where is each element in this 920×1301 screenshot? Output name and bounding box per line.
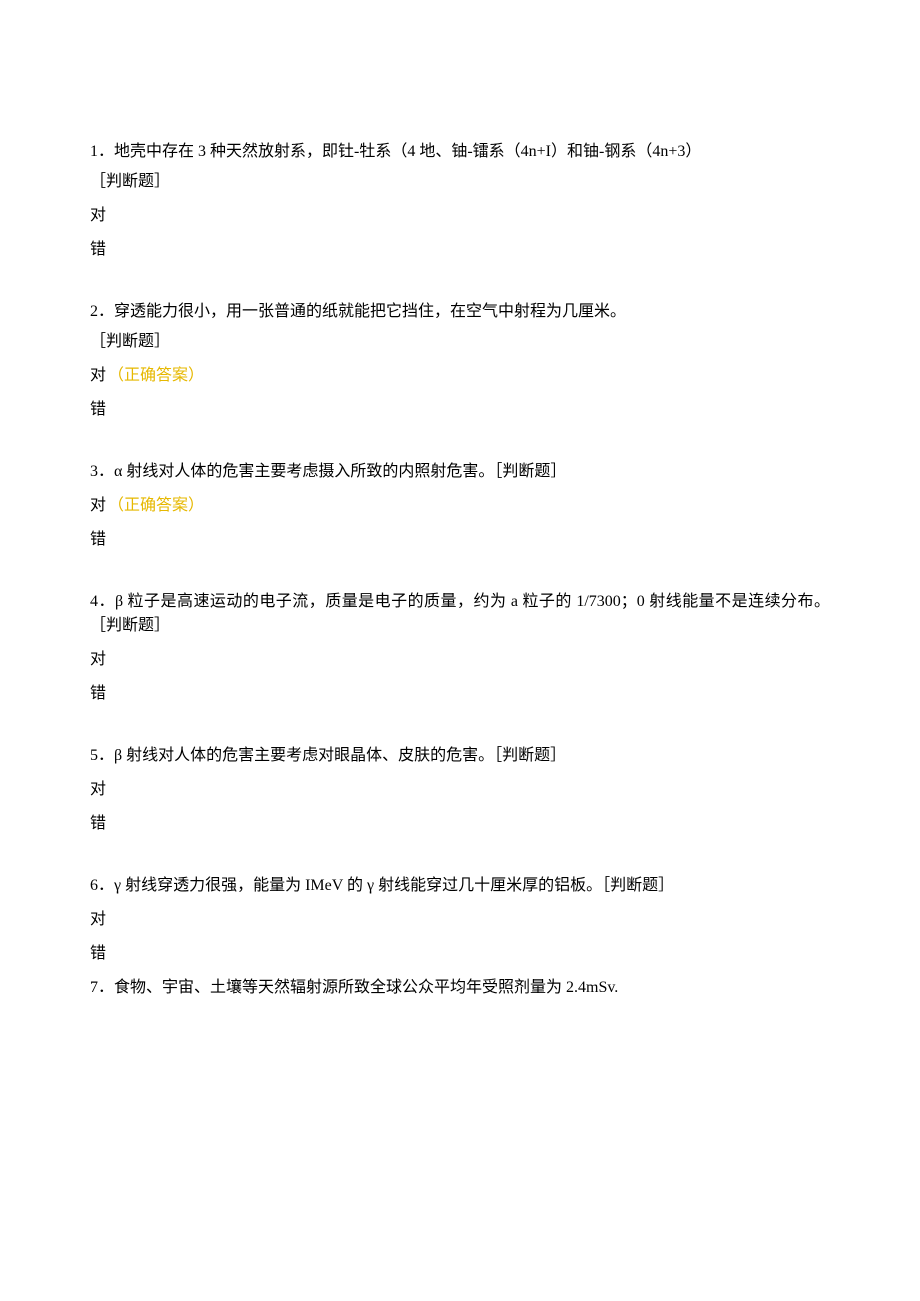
option-label: 对 (90, 497, 106, 514)
option-label: 对 (90, 367, 106, 384)
option-false: 错 (90, 812, 830, 836)
option-false: 错 (90, 238, 830, 262)
option-true: 对（正确答案） (90, 364, 830, 388)
question-5: 5．β 射线对人体的危害主要考虑对眼晶体、皮肤的危害。［判断题］ 对 错 (90, 744, 830, 836)
option-label: 对 (90, 781, 106, 798)
question-number: 4 (90, 593, 98, 610)
question-line-1: ．β 射线对人体的危害主要考虑对眼晶体、皮肤的危害。［判断题］ (98, 747, 566, 764)
option-false: 错 (90, 398, 830, 422)
option-false: 错 (90, 942, 830, 966)
question-text: 6．γ 射线穿透力很强，能量为 IMeV 的 γ 射线能穿过几十厘米厚的铝板。［… (90, 874, 830, 898)
option-label: 对 (90, 207, 106, 224)
question-number: 6 (90, 877, 98, 894)
question-number: 1 (90, 143, 98, 160)
question-text: 3．α 射线对人体的危害主要考虑摄入所致的内照射危害。［判断题］ (90, 460, 830, 484)
option-label: 错 (90, 815, 106, 832)
question-number: 7 (90, 979, 98, 996)
document-page: 1．地壳中存在 3 种天然放射系，即钍-牡系（4 地、铀-镭系（4n+I）和铀-… (0, 0, 920, 1301)
question-number: 5 (90, 747, 98, 764)
option-true: 对（正确答案） (90, 494, 830, 518)
question-4: 4．β 粒子是高速运动的电子流，质量是电子的质量，约为 a 粒子的 1/7300… (90, 590, 830, 706)
question-3: 3．α 射线对人体的危害主要考虑摄入所致的内照射危害。［判断题］ 对（正确答案）… (90, 460, 830, 552)
question-line-1: ．γ 射线穿透力很强，能量为 IMeV 的 γ 射线能穿过几十厘米厚的铝板。［判… (98, 877, 674, 894)
correct-answer-mark: （正确答案） (108, 497, 204, 514)
option-label: 错 (90, 241, 106, 258)
option-label: 错 (90, 945, 106, 962)
option-label: 错 (90, 531, 106, 548)
option-true: 对 (90, 648, 830, 672)
question-line-1: ．β 粒子是高速运动的电子流，质量是电子的质量，约为 a 粒子的 1/7300；… (90, 593, 830, 634)
question-7-stem: 7．食物、宇宙、土壤等天然辐射源所致全球公众平均年受照剂量为 2.4mSv. (90, 976, 830, 1000)
option-label: 错 (90, 685, 106, 702)
question-tag: ［判断题］ (90, 170, 830, 194)
question-line-1: ．食物、宇宙、土壤等天然辐射源所致全球公众平均年受照剂量为 2.4mSv. (98, 979, 618, 996)
question-text: 4．β 粒子是高速运动的电子流，质量是电子的质量，约为 a 粒子的 1/7300… (90, 590, 830, 638)
question-number: 3 (90, 463, 98, 480)
question-line-1: ．地壳中存在 3 种天然放射系，即钍-牡系（4 地、铀-镭系（4n+I）和铀-钢… (98, 143, 701, 160)
question-text: 5．β 射线对人体的危害主要考虑对眼晶体、皮肤的危害。［判断题］ (90, 744, 830, 768)
question-2: 2．穿透能力很小，用一张普通的纸就能把它挡住，在空气中射程为几厘米。 ［判断题］… (90, 300, 830, 422)
option-true: 对 (90, 204, 830, 228)
option-true: 对 (90, 778, 830, 802)
question-text: 1．地壳中存在 3 种天然放射系，即钍-牡系（4 地、铀-镭系（4n+I）和铀-… (90, 140, 830, 164)
question-1: 1．地壳中存在 3 种天然放射系，即钍-牡系（4 地、铀-镭系（4n+I）和铀-… (90, 140, 830, 262)
option-label: 对 (90, 651, 106, 668)
option-false: 错 (90, 682, 830, 706)
option-label: 错 (90, 401, 106, 418)
question-line-1: ．α 射线对人体的危害主要考虑摄入所致的内照射危害。［判断题］ (98, 463, 566, 480)
question-text: 2．穿透能力很小，用一张普通的纸就能把它挡住，在空气中射程为几厘米。 (90, 300, 830, 324)
option-label: 对 (90, 911, 106, 928)
question-6: 6．γ 射线穿透力很强，能量为 IMeV 的 γ 射线能穿过几十厘米厚的铝板。［… (90, 874, 830, 1000)
question-line-1: ．穿透能力很小，用一张普通的纸就能把它挡住，在空气中射程为几厘米。 (98, 303, 626, 320)
question-tag: ［判断题］ (90, 330, 830, 354)
option-false: 错 (90, 528, 830, 552)
correct-answer-mark: （正确答案） (108, 367, 204, 384)
option-true: 对 (90, 908, 830, 932)
question-number: 2 (90, 303, 98, 320)
